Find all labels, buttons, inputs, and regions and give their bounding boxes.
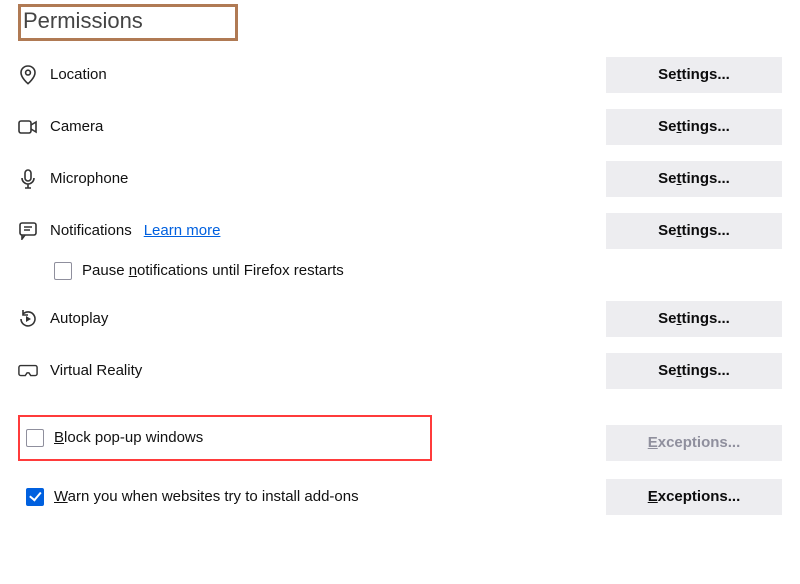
warn-addons-exceptions-button[interactable]: Exceptions...: [606, 479, 782, 515]
block-popups-highlight: Block pop-up windows: [18, 415, 432, 461]
location-row: Location Settings...: [18, 53, 782, 97]
pause-notifications-checkbox[interactable]: [54, 262, 72, 280]
autoplay-icon: [18, 309, 38, 329]
location-icon: [18, 65, 38, 85]
vr-settings-button[interactable]: Settings...: [606, 353, 782, 389]
camera-settings-button[interactable]: Settings...: [606, 109, 782, 145]
camera-label: Camera: [50, 118, 103, 135]
pause-notifications-label: Pause notifications until Firefox restar…: [82, 262, 344, 279]
notifications-row: Notifications Learn more Settings...: [18, 209, 782, 253]
location-label: Location: [50, 66, 107, 83]
microphone-row: Microphone Settings...: [18, 157, 782, 201]
autoplay-row: Autoplay Settings...: [18, 297, 782, 341]
camera-row: Camera Settings...: [18, 105, 782, 149]
warn-addons-row: Warn you when websites try to install ad…: [18, 479, 782, 515]
location-settings-button[interactable]: Settings...: [606, 57, 782, 93]
pause-notifications-row: Pause notifications until Firefox restar…: [54, 257, 782, 285]
block-popups-label: Block pop-up windows: [54, 429, 203, 446]
camera-icon: [18, 117, 38, 137]
vr-icon: [18, 361, 38, 381]
warn-addons-label: Warn you when websites try to install ad…: [54, 488, 359, 505]
warn-addons-checkbox[interactable]: [26, 488, 44, 506]
notifications-settings-button[interactable]: Settings...: [606, 213, 782, 249]
autoplay-settings-button[interactable]: Settings...: [606, 301, 782, 337]
permissions-heading: Permissions: [18, 4, 238, 41]
autoplay-label: Autoplay: [50, 310, 108, 327]
notifications-learn-more-link[interactable]: Learn more: [144, 222, 221, 239]
microphone-label: Microphone: [50, 170, 128, 187]
block-popups-checkbox[interactable]: [26, 429, 44, 447]
microphone-icon: [18, 169, 38, 189]
block-popups-exceptions-button[interactable]: Exceptions...: [606, 425, 782, 461]
notifications-icon: [18, 221, 38, 241]
microphone-settings-button[interactable]: Settings...: [606, 161, 782, 197]
notifications-label: Notifications: [50, 222, 132, 239]
vr-row: Virtual Reality Settings...: [18, 349, 782, 393]
block-popups-row: Block pop-up windows Exceptions...: [18, 415, 782, 471]
vr-label: Virtual Reality: [50, 362, 142, 379]
